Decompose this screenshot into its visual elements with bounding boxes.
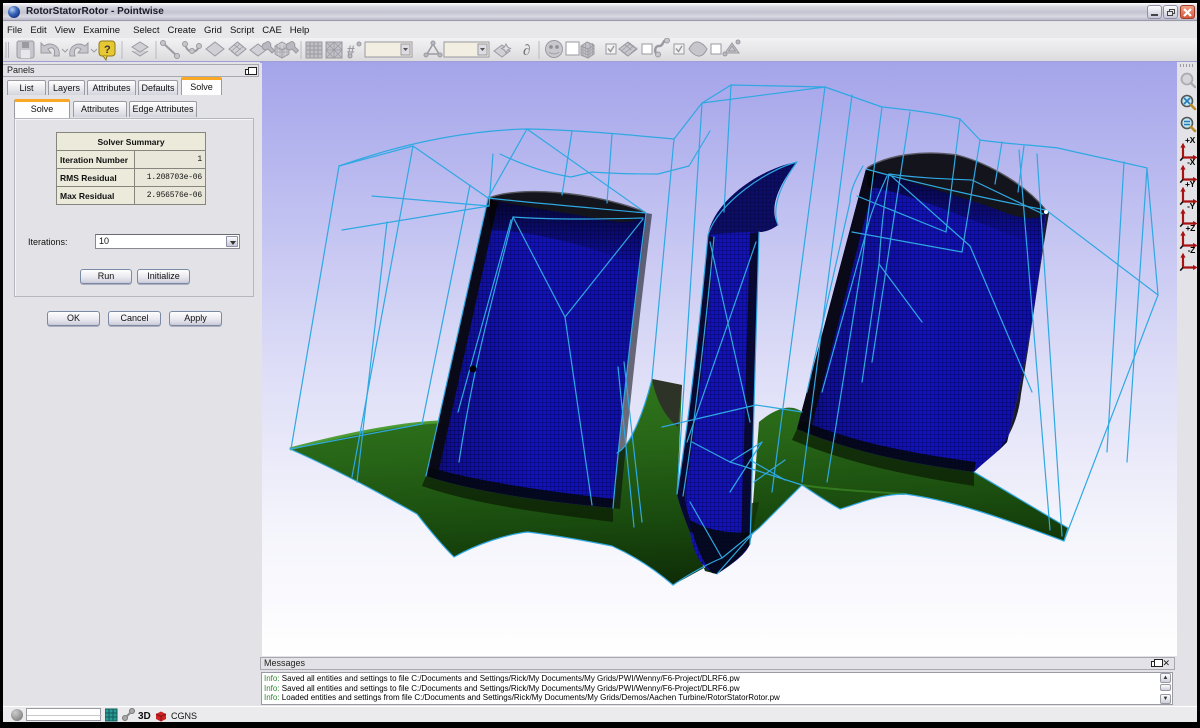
svg-text:3D: 3D: [138, 711, 151, 722]
svg-text:∂: ∂: [523, 43, 530, 59]
svg-text:?: ?: [104, 44, 111, 56]
svg-text:CGNS: CGNS: [171, 711, 197, 721]
